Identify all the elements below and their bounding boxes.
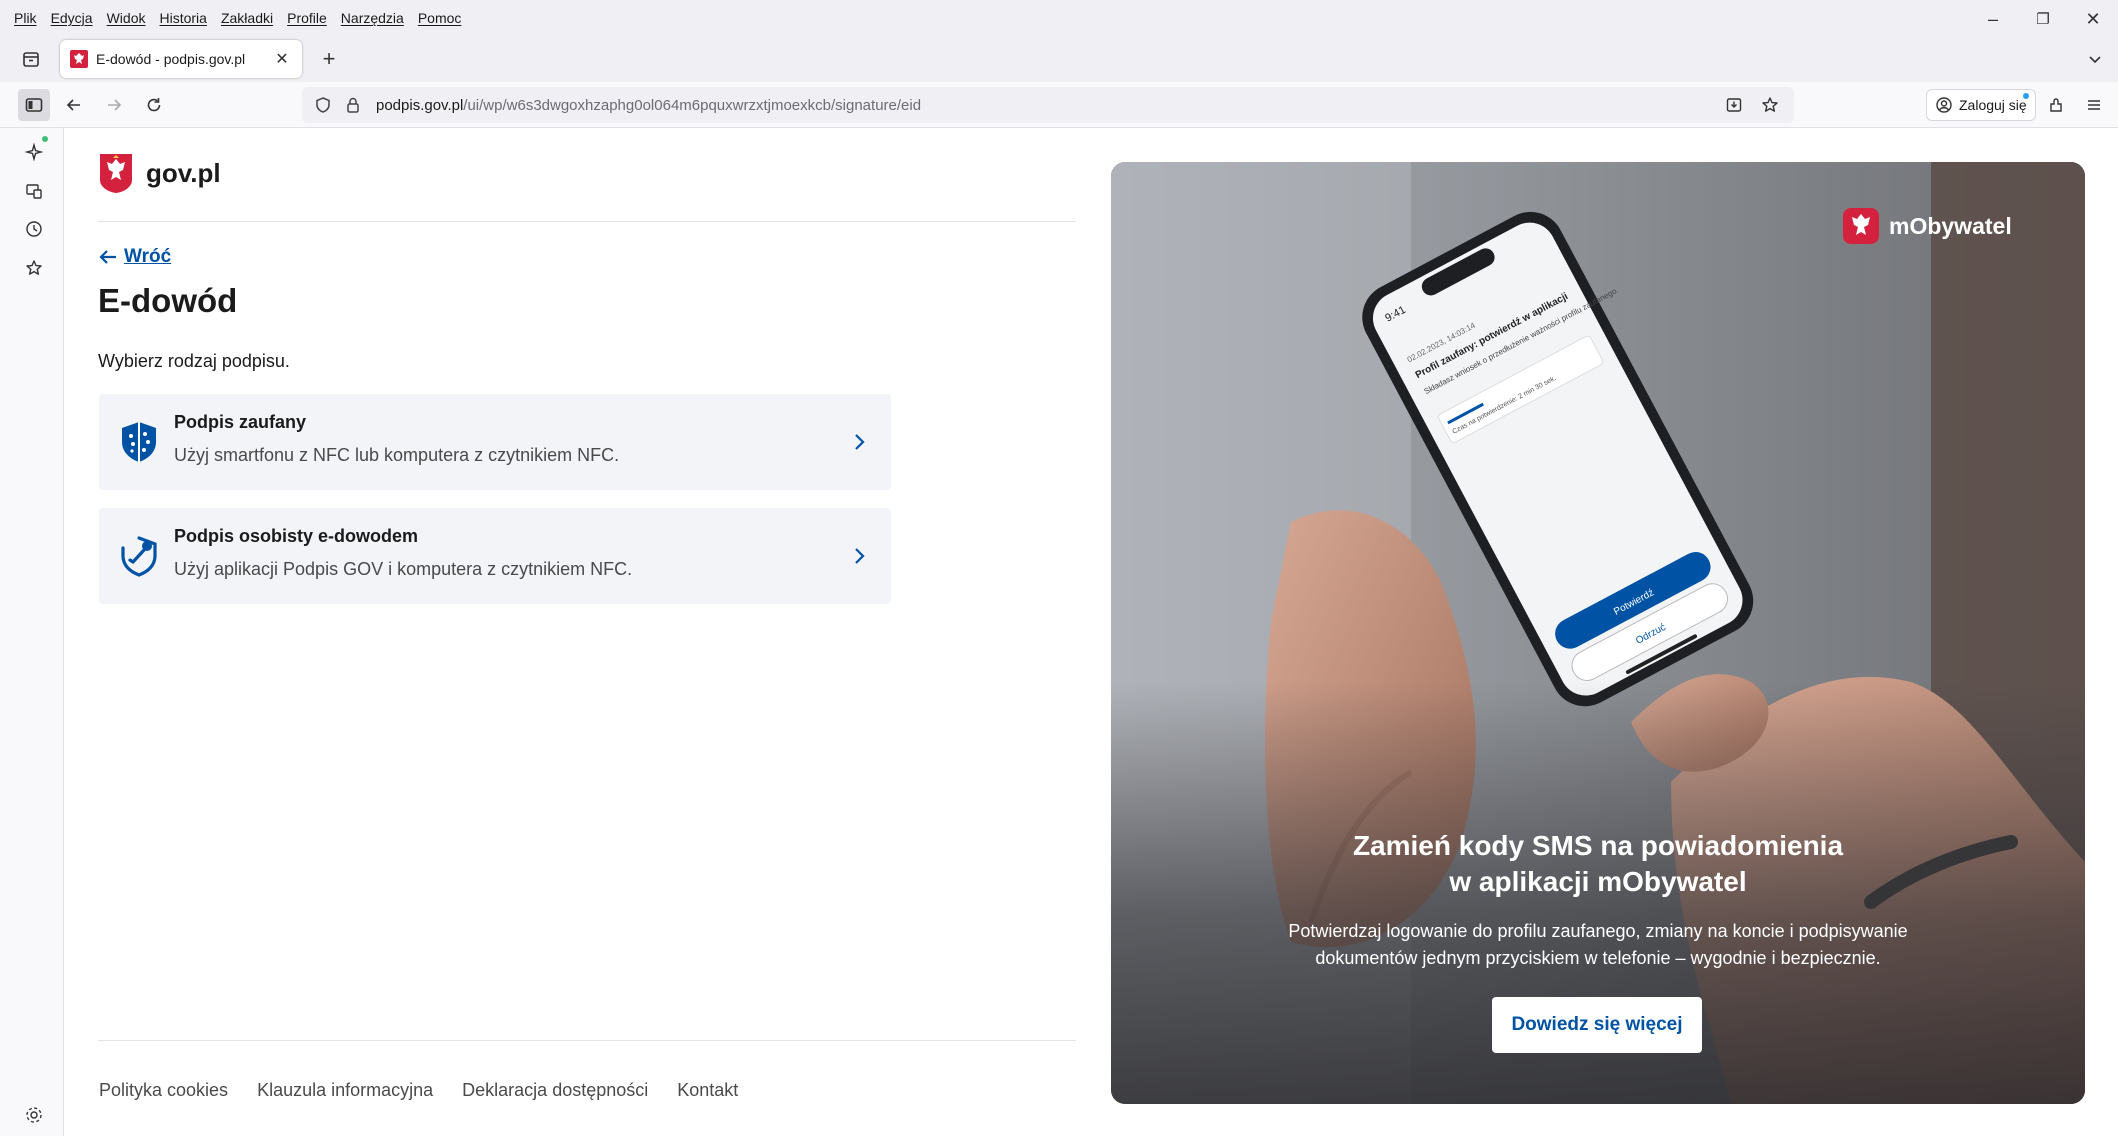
back-arrow-icon[interactable] [58,89,90,121]
promo-description-line1: Potwierdzaj logowanie do profilu zaufane… [1288,921,1908,941]
web-page: gov.pl Wróć E-dowód Wybierz rodzaj podpi… [64,128,2118,1136]
browser-sidebar [0,128,64,1136]
option-personal-signature[interactable]: Podpis osobisty e-dowodem Użyj aplikacji… [99,508,891,604]
restore-button[interactable]: ❐ [2018,0,2068,38]
card-text: Podpis zaufany Użyj smartfonu z NFC lub … [174,412,619,466]
account-icon [1936,97,1952,113]
promo-heading-line2: w aplikacji mObywatel [1449,866,1747,897]
promo-description: Potwierdzaj logowanie do profilu zaufane… [1231,918,1965,972]
tab-strip: E-dowód - podpis.gov.pl ✕ + [0,36,2118,82]
menu-file[interactable]: Plik [14,10,37,26]
settings-icon[interactable] [22,1103,46,1127]
url-host: podpis.gov.pl [376,96,464,114]
bookmark-star-icon[interactable] [1756,91,1784,119]
card-text: Podpis osobisty e-dowodem Użyj aplikacji… [174,526,632,580]
header-divider [98,221,1076,222]
chevron-down-icon[interactable] [2082,46,2108,72]
menu-items: Plik Edycja Widok Historia Zakładki Prof… [14,0,461,36]
login-button[interactable]: Zaloguj się [1926,89,2036,121]
sidebar-notification-dot [42,136,48,142]
chevron-right-icon [855,548,865,564]
menu-history[interactable]: Historia [160,10,207,26]
menu-help[interactable]: Pomoc [418,10,462,26]
footer-link-contact[interactable]: Kontakt [677,1080,738,1101]
e-id-signature-icon [121,536,157,577]
footer-links: Polityka cookies Klauzula informacyjna D… [99,1080,738,1101]
synced-tabs-icon[interactable] [22,179,46,203]
sidebar-toggle-icon[interactable] [18,89,50,121]
reload-icon[interactable] [138,89,170,121]
chevron-right-icon [855,434,865,450]
url-text[interactable]: podpis.gov.pl/ui/wp/w6s3dwgoxhzaphg0ol06… [376,97,921,114]
footer-link-cookies[interactable]: Polityka cookies [99,1080,228,1101]
intro-text: Wybierz rodzaj podpisu. [98,351,290,371]
option-trusted-signature[interactable]: Podpis zaufany Użyj smartfonu z NFC lub … [99,394,891,490]
trusted-profile-icon [122,422,156,462]
logo-text: gov.pl [146,157,221,188]
navigation-bar: podpis.gov.pl/ui/wp/w6s3dwgoxhzaphg0ol06… [0,82,2118,128]
mobywatel-emblem-icon [1843,208,1879,244]
lock-icon[interactable] [344,96,362,114]
promo-heading-line1: Zamień kody SMS na powiadomienia [1352,830,1844,861]
promo-description-line2: dokumentów jednym przyciskiem w telefoni… [1315,948,1881,968]
forward-arrow-icon[interactable] [98,89,130,121]
hamburger-menu-icon[interactable] [2078,89,2110,121]
save-to-pocket-icon[interactable] [1720,91,1748,119]
option-description: Użyj smartfonu z NFC lub komputera z czy… [174,445,620,465]
menu-profiles[interactable]: Profile [287,10,327,26]
close-window-button[interactable]: ✕ [2068,0,2118,38]
menu-bookmarks[interactable]: Zakładki [221,10,273,26]
address-bar[interactable]: podpis.gov.pl/ui/wp/w6s3dwgoxhzaphg0ol06… [302,87,1794,123]
footer-link-accessibility[interactable]: Deklaracja dostępności [462,1080,648,1101]
page-title: E-dowód [98,282,238,319]
option-title: Podpis osobisty e-dowodem [174,526,419,546]
login-label: Zaloguj się [1959,97,2027,113]
back-arrow-icon [99,250,116,264]
menu-tools[interactable]: Narzędzia [341,10,404,26]
new-tab-button[interactable]: + [314,44,344,74]
extensions-icon[interactable] [2040,89,2072,121]
gov-logo[interactable]: gov.pl [98,152,221,194]
promo-heading: Zamień kody SMS na powiadomienia w aplik… [1111,828,2085,900]
gov-emblem-icon [70,50,88,68]
polish-emblem-icon [100,154,132,193]
url-path: /ui/wp/w6s3dwgoxhzaphg0ol064m6pquxwrzxtj… [463,96,922,114]
history-icon[interactable] [22,217,46,241]
tab-close-icon[interactable]: ✕ [272,49,292,69]
option-title: Podpis zaufany [174,412,307,432]
mobywatel-brand: mObywatel [1889,212,2012,239]
window-controls: – ❐ ✕ [1968,0,2118,38]
mobywatel-promo-banner: 9:41 02.02.2023, 14:03:14 Profil zaufany… [1111,162,2085,1104]
footer-divider [98,1040,1076,1041]
minimize-button[interactable]: – [1968,0,2018,38]
menu-view[interactable]: Widok [107,10,146,26]
bookmarks-icon[interactable] [22,256,46,280]
back-link-label: Wróć [124,246,172,267]
menu-edit[interactable]: Edycja [51,10,93,26]
back-link[interactable]: Wróć [98,246,171,268]
shield-icon[interactable] [314,96,332,114]
footer-link-privacy-clause[interactable]: Klauzula informacyjna [257,1080,433,1101]
url-actions [1720,91,1784,119]
menu-bar: Plik Edycja Widok Historia Zakładki Prof… [0,0,2118,36]
tab-title: E-dowód - podpis.gov.pl [96,51,246,67]
tab-active[interactable]: E-dowód - podpis.gov.pl ✕ [60,40,302,78]
learn-more-button[interactable]: Dowiedz się więcej [1492,997,1702,1053]
notification-dot [2022,93,2029,99]
option-description: Użyj aplikacji Podpis GOV i komputera z … [174,559,633,579]
ai-sparkle-icon[interactable] [22,136,48,164]
mobywatel-logo: mObywatel [1843,208,2012,244]
tab-manager-icon[interactable] [16,44,46,74]
